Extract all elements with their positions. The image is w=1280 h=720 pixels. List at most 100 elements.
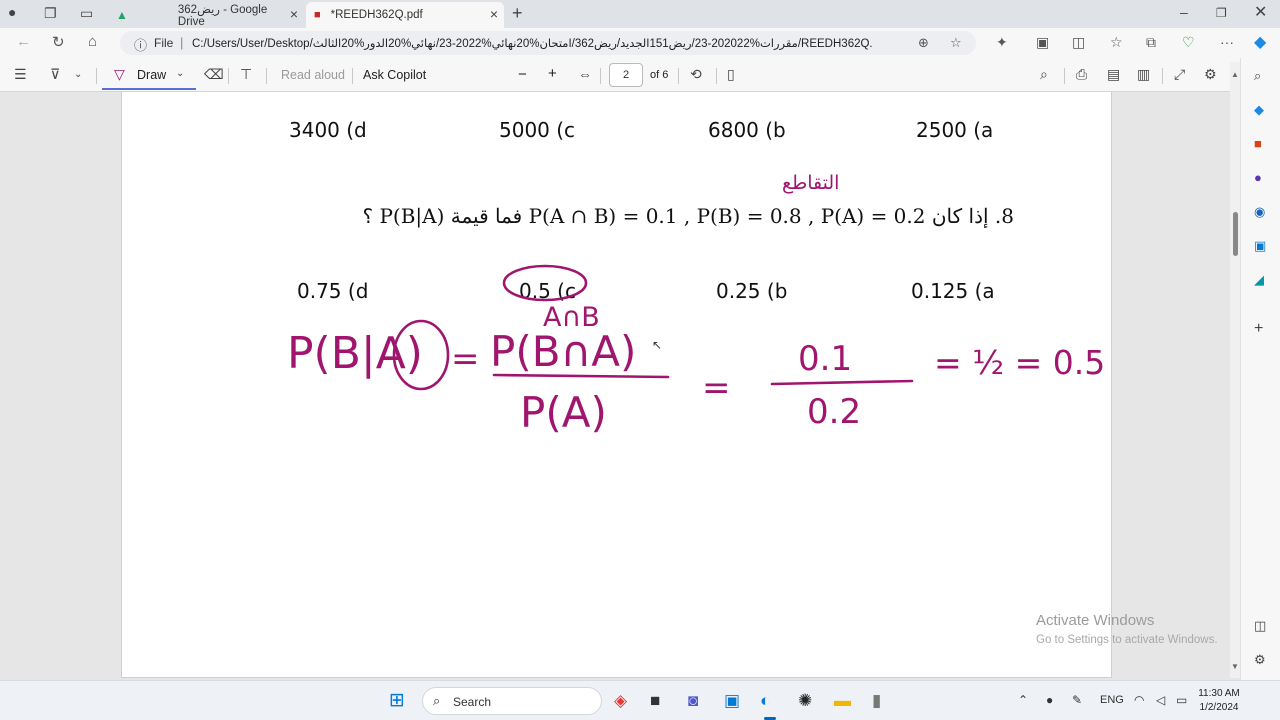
activation-watermark-title: Activate Windows	[1036, 612, 1155, 629]
page-number-input[interactable]: 2	[609, 63, 643, 87]
page-view-icon[interactable]: ▯	[727, 66, 735, 83]
file-explorer-icon[interactable]: ▬	[834, 691, 851, 711]
close-window-icon[interactable]: ✕	[1254, 2, 1267, 22]
info-icon[interactable]: ⓘ	[134, 35, 147, 54]
toolbar-divider	[1064, 68, 1065, 84]
toolbar-divider	[600, 68, 601, 84]
store-icon[interactable]: ▣	[724, 691, 740, 711]
tab-google-drive[interactable]: ▲ ريض362 - Google Drive ×	[108, 2, 304, 28]
home-icon[interactable]: ⌂	[88, 33, 97, 50]
hw-result: = ½ = 0.5	[934, 343, 1105, 382]
tab-strip: ● ❐ ▭ ▲ ريض362 - Google Drive × ■ *REEDH…	[0, 0, 1280, 28]
ask-copilot-button[interactable]: Ask Copilot	[363, 68, 426, 82]
pdf-page[interactable]: 3400 (d 5000 (c 6800 (b 2500 (a 8. إذا ك…	[121, 92, 1112, 678]
ink-layer: التقاطع A∩B P(B|A) = P(B∩A) P(A) = 0.1 0…	[287, 172, 1105, 437]
text-box-icon[interactable]: ⊤	[240, 66, 252, 83]
more-menu-icon[interactable]: ···	[1220, 34, 1234, 50]
url-text[interactable]: C:/Users/User/Desktop/مقررات%202022-23/ر…	[192, 36, 872, 50]
extensions-icon[interactable]: ✦	[996, 34, 1008, 51]
address-bar[interactable]: ⓘ File | C:/Users/User/Desktop/مقررات%20…	[120, 31, 976, 55]
language-indicator[interactable]: ENG	[1100, 694, 1124, 706]
draw-pen-icon: ▽	[114, 66, 125, 82]
save-icon[interactable]: ▤	[1107, 66, 1120, 83]
eraser-icon[interactable]: ⌫	[204, 66, 224, 83]
chevron-down-icon[interactable]: ⌄	[74, 69, 82, 80]
search-label: Search	[453, 695, 492, 709]
zoom-in-button[interactable]: +	[548, 65, 557, 82]
rotate-icon[interactable]: ⟲	[690, 66, 702, 83]
browser-essentials-icon[interactable]: ♡	[1182, 34, 1195, 51]
zoom-icon[interactable]: ⊕	[918, 35, 929, 51]
settings-gear-icon[interactable]: ⚙	[1204, 66, 1217, 83]
add-sidebar-app-icon[interactable]: +	[1254, 320, 1263, 338]
favorite-star-icon[interactable]: ☆	[950, 35, 962, 51]
pdf-viewer[interactable]: 3400 (d 5000 (c 6800 (b 2500 (a 8. إذا ك…	[0, 92, 1240, 680]
save-as-icon[interactable]: ▥	[1137, 66, 1150, 83]
games-icon[interactable]: ●	[1254, 170, 1262, 185]
microsoft-365-icon[interactable]: ◉	[1254, 204, 1265, 220]
battery-icon[interactable]: ▭	[1176, 693, 1187, 707]
clock[interactable]: 11:30 AM 1/2/2024	[1194, 687, 1244, 715]
minimize-icon[interactable]: –	[1180, 4, 1188, 20]
fit-page-icon[interactable]: ⇔	[578, 66, 592, 82]
tab-pdf[interactable]: ■ *REEDH362Q.pdf ×	[306, 2, 504, 28]
scroll-up-icon[interactable]: ▲	[1231, 70, 1239, 79]
clock-date: 1/2/2024	[1199, 702, 1239, 713]
workspaces-icon[interactable]: ❐	[44, 5, 57, 22]
chatgpt-icon[interactable]: ✺	[798, 691, 812, 711]
windows-start-icon[interactable]: ⊞	[389, 689, 405, 712]
hide-sidebar-icon[interactable]: ◫	[1254, 618, 1266, 634]
device-icon[interactable]: ▮	[872, 691, 881, 711]
zoom-out-button[interactable]: −	[518, 66, 527, 83]
contents-icon[interactable]: ☰	[14, 66, 27, 83]
tools-icon[interactable]: ■	[1254, 136, 1262, 151]
read-aloud-button[interactable]: Read aloud	[281, 68, 345, 82]
page-total: of 6	[650, 69, 669, 81]
profile-icon[interactable]: ●	[8, 4, 16, 20]
back-icon[interactable]: ←	[16, 33, 31, 50]
tab-title: *REEDH362Q.pdf	[330, 9, 423, 21]
vertical-scrollbar[interactable]: ▲ ▼	[1230, 62, 1240, 678]
wifi-icon[interactable]: ◠	[1134, 693, 1144, 707]
answer-circle	[502, 264, 588, 302]
sidebar-settings-gear-icon[interactable]: ⚙	[1254, 652, 1266, 668]
new-tab-button[interactable]: +	[512, 3, 523, 24]
print-icon[interactable]: ⎙	[1076, 66, 1087, 83]
copilot-icon[interactable]: ◆	[1254, 32, 1266, 52]
microphone-icon[interactable]: ●	[1046, 693, 1053, 707]
search-icon[interactable]: ⌕	[1040, 66, 1048, 83]
draw-button[interactable]: ▽ Draw ⌄	[102, 62, 196, 90]
search-icon: ⌕	[433, 693, 441, 708]
reading-view-icon[interactable]: ▣	[1036, 34, 1049, 51]
fraction-bar	[770, 379, 914, 386]
favorites-icon[interactable]: ☆	[1110, 34, 1123, 51]
volume-icon[interactable]: ◁	[1156, 693, 1165, 707]
taskbar-search[interactable]: ⌕ Search	[422, 687, 602, 715]
collections-icon[interactable]: ⧉	[1146, 34, 1156, 51]
maximize-icon[interactable]: ❐	[1216, 6, 1227, 20]
hw-frac-num: 0.1	[798, 339, 852, 379]
split-screen-icon[interactable]: ◫	[1072, 34, 1085, 51]
taskbar: ⊞ ⌕ Search ◈ ■ ◙ ▣ ◐ ✺ ▬ ▮ ⌃ ● ✎ ENG ◠ ◁…	[0, 680, 1280, 720]
hw-denominator: P(A)	[520, 388, 607, 437]
search-icon[interactable]: ⌕	[1254, 68, 1261, 84]
highlight-icon[interactable]: ⊽	[50, 66, 60, 83]
copilot-app-icon[interactable]: ◈	[614, 691, 627, 711]
shopping-icon[interactable]: ◆	[1254, 102, 1264, 118]
tab-actions-icon[interactable]: ▭	[80, 5, 93, 22]
close-tab-icon[interactable]: ×	[290, 6, 298, 22]
chevron-up-icon[interactable]: ⌃	[1018, 693, 1028, 707]
outlook-icon[interactable]: ▣	[1254, 238, 1266, 254]
scroll-down-icon[interactable]: ▼	[1231, 662, 1239, 671]
edge-sidebar: ⌕ ◆ ■ ● ◉ ▣ ◢ + ◫ ⚙	[1240, 58, 1280, 680]
teams-icon[interactable]: ◙	[688, 691, 698, 711]
pen-icon[interactable]: ✎	[1072, 693, 1082, 707]
url-scheme: File	[154, 36, 174, 50]
scrollbar-thumb[interactable]	[1233, 212, 1238, 256]
task-view-icon[interactable]: ■	[650, 691, 660, 711]
edge-taskbar-icon[interactable]: ◐	[760, 691, 770, 711]
refresh-icon[interactable]: ↻	[52, 33, 65, 51]
fullscreen-icon[interactable]: ⤢	[1174, 66, 1185, 83]
close-tab-icon[interactable]: ×	[490, 6, 498, 22]
drop-icon[interactable]: ◢	[1254, 272, 1264, 288]
